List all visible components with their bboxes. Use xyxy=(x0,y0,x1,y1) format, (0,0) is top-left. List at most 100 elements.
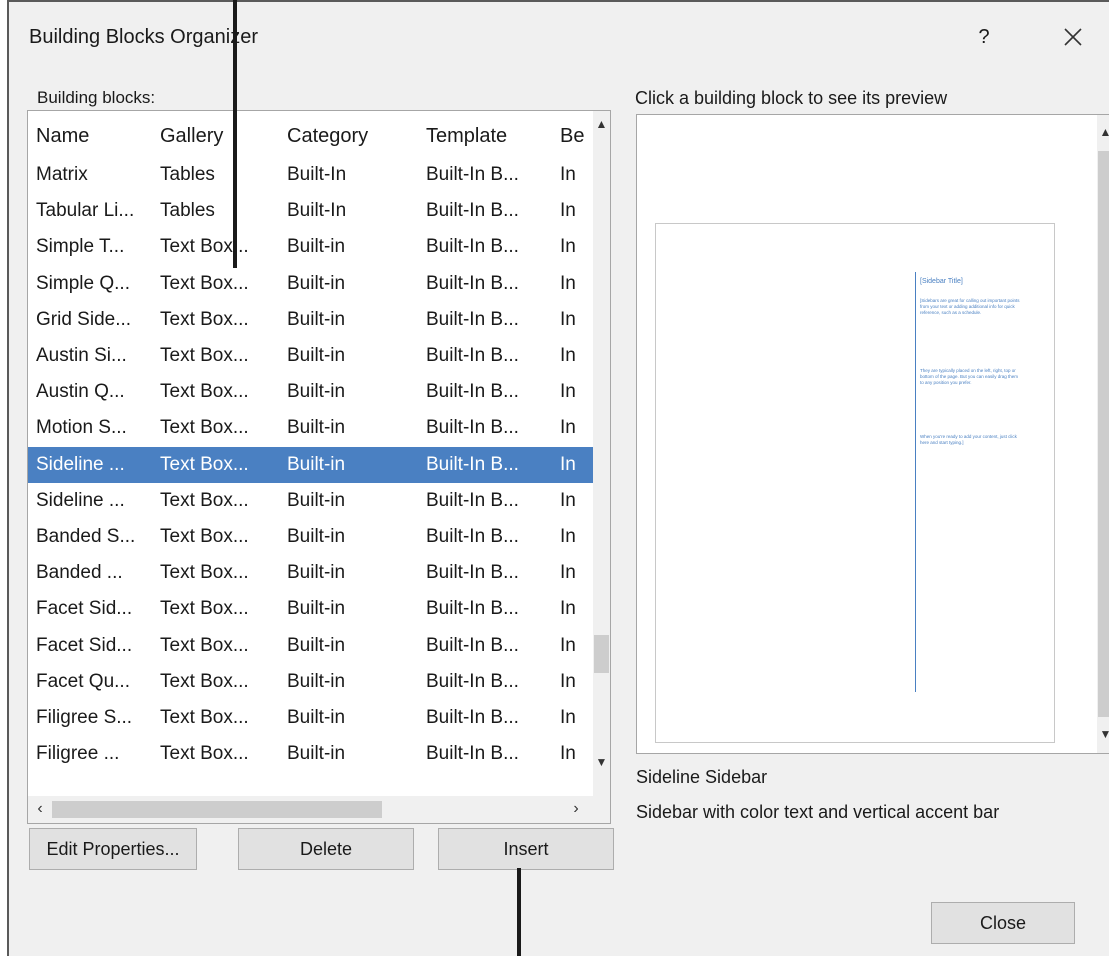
list-item[interactable]: Matrix Tables Built-In Built-In B... In xyxy=(28,157,593,193)
list-item[interactable]: Austin Si... Text Box... Built-in Built-In … xyxy=(28,338,593,374)
cell-name: Banded S... xyxy=(36,526,136,547)
cell-gallery: Text Box... xyxy=(160,381,249,403)
list-item[interactable]: Grid Side... Text Box... Built-in Built-In … xyxy=(28,302,593,338)
cell-name: Facet Sid... xyxy=(36,634,133,656)
preview-scroll-down-icon[interactable]: ▼ xyxy=(1097,727,1109,747)
cell-template: Built-In B... xyxy=(426,345,519,366)
cell-category: Built-in xyxy=(287,526,346,547)
cell-category: Built-in xyxy=(287,670,346,692)
cell-gallery: Tables xyxy=(160,200,215,222)
list-item[interactable]: Facet Sid... Text Box... Built-in Built-In … xyxy=(28,591,593,627)
cell-behavior: In xyxy=(560,598,576,620)
list-item[interactable]: Filigree ... Text Box... Built-in Built-In … xyxy=(28,736,593,772)
list-item[interactable]: Filigree S... Text Box... Built-in Built-In… xyxy=(28,700,593,736)
title-bar: Building Blocks Organizer ? xyxy=(9,2,1109,74)
scroll-up-icon[interactable]: ▲ xyxy=(593,117,610,137)
list-item[interactable]: Banded ... Text Box... Built-in Built-In B.… xyxy=(28,555,593,591)
list-hscroll-thumb[interactable] xyxy=(52,801,382,818)
cell-template: Built-In B... xyxy=(426,381,519,403)
cell-template: Built-In B... xyxy=(426,308,519,330)
cell-name: Sideline ... xyxy=(36,453,125,475)
cell-behavior: In xyxy=(560,272,576,294)
cell-name: Facet Sid... xyxy=(36,598,133,620)
list-vscroll-thumb[interactable] xyxy=(594,635,609,673)
cell-category: Built-In xyxy=(287,164,347,185)
preview-scroll-up-icon[interactable]: ▲ xyxy=(1097,125,1109,145)
cell-category: Built-in xyxy=(287,743,346,765)
cell-category: Built-in xyxy=(287,634,346,656)
insert-button[interactable]: Insert xyxy=(438,828,614,870)
preview-vertical-scrollbar[interactable]: ▲ ▼ xyxy=(1097,115,1109,753)
list-item[interactable]: Sideline ... Text Box... Built-in Built-In … xyxy=(28,446,593,483)
cell-category: Built-in xyxy=(287,236,346,258)
close-icon[interactable] xyxy=(1053,20,1093,54)
building-blocks-label: Building blocks: xyxy=(37,88,156,107)
list-item[interactable]: Simple T... Text Box... Built-in Built-In B… xyxy=(28,229,593,265)
preview-vscroll-thumb[interactable] xyxy=(1098,151,1109,717)
list-item[interactable]: Sideline ... Text Box... Built-in Built-In … xyxy=(28,483,593,519)
cell-gallery: Text Box... xyxy=(160,236,249,258)
column-header-behavior[interactable]: Be xyxy=(560,117,590,155)
delete-button[interactable]: Delete xyxy=(238,828,414,870)
cell-behavior: In xyxy=(560,743,576,765)
sidebar-text-preview-3: When you're ready to add your content, j… xyxy=(920,434,1017,445)
cell-template: Built-In B... xyxy=(426,707,519,728)
column-header-name[interactable]: Name xyxy=(36,117,89,155)
list-item[interactable]: Tabular Li... Tables Built-In Built-In B...… xyxy=(28,193,593,229)
cell-behavior: In xyxy=(560,489,576,511)
cell-behavior: In xyxy=(560,453,576,475)
cell-gallery: Text Box... xyxy=(160,707,249,728)
selected-block-description: Sidebar with color text and vertical acc… xyxy=(636,802,1000,822)
cell-gallery: Text Box... xyxy=(160,272,249,294)
cell-template: Built-In B... xyxy=(426,453,519,475)
cell-name: Matrix xyxy=(36,164,88,185)
list-item[interactable]: Facet Qu... Text Box... Built-in Built-In B… xyxy=(28,664,593,700)
preview-page-thumbnail: [Sidebar Title] [Sidebars are great for … xyxy=(655,223,1055,743)
cell-gallery: Text Box... xyxy=(160,743,249,765)
list-vertical-scrollbar[interactable]: ▲ ▼ xyxy=(593,111,610,796)
list-item[interactable]: Austin Q... Text Box... Built-in Built-In B… xyxy=(28,374,593,410)
cell-name: Sideline ... xyxy=(36,489,125,511)
cell-name: Austin Q... xyxy=(36,381,125,403)
cell-category: Built-in xyxy=(287,453,346,475)
vertical-accent-bar xyxy=(915,272,916,692)
scroll-right-icon[interactable]: › xyxy=(566,799,586,819)
callout-line-bottom xyxy=(517,868,521,956)
cell-category: Built-in xyxy=(287,308,346,330)
list-header: Name Gallery Category Template Be xyxy=(28,117,593,155)
cell-behavior: In xyxy=(560,381,576,403)
column-header-template[interactable]: Template xyxy=(426,117,507,155)
help-button[interactable]: ? xyxy=(971,22,997,52)
cell-gallery: Text Box... xyxy=(160,489,249,511)
scroll-left-icon[interactable]: ‹ xyxy=(30,799,50,819)
cell-template: Built-In B... xyxy=(426,634,519,656)
list-horizontal-scrollbar[interactable]: ‹ › xyxy=(28,796,610,823)
cell-name: Facet Qu... xyxy=(36,670,130,692)
cell-gallery: Text Box... xyxy=(160,417,249,439)
list-item[interactable]: Simple Q... Text Box... Built-in Built-In B… xyxy=(28,266,593,302)
cell-category: Built-In xyxy=(287,200,347,222)
cell-category: Built-in xyxy=(287,272,346,294)
list-item[interactable]: Facet Sid... Text Box... Built-in Built-In … xyxy=(28,628,593,664)
cell-category: Built-in xyxy=(287,562,346,584)
cell-template: Built-In B... xyxy=(426,236,519,258)
cell-gallery: Text Box... xyxy=(160,453,249,475)
cell-category: Built-in xyxy=(287,381,346,403)
building-blocks-list[interactable]: Name Gallery Category Template Be Matrix… xyxy=(27,110,611,824)
edit-properties-button[interactable]: Edit Properties... xyxy=(29,828,197,870)
dialog-title: Building Blocks Organizer xyxy=(29,26,258,48)
cell-gallery: Tables xyxy=(160,164,215,185)
cell-behavior: In xyxy=(560,236,576,258)
column-header-category[interactable]: Category xyxy=(287,117,368,155)
cell-name: Simple T... xyxy=(36,236,125,258)
cell-behavior: In xyxy=(560,670,576,692)
list-item[interactable]: Motion S... Text Box... Built-in Built-In B… xyxy=(28,410,593,446)
list-item[interactable]: Banded S... Text Box... Built-in Built-In B… xyxy=(28,519,593,555)
close-button[interactable]: Close xyxy=(931,902,1075,944)
cell-behavior: In xyxy=(560,634,576,656)
cell-category: Built-in xyxy=(287,489,346,511)
cell-template: Built-In B... xyxy=(426,743,519,765)
scroll-down-icon[interactable]: ▼ xyxy=(593,755,610,775)
column-header-gallery[interactable]: Gallery xyxy=(160,117,223,155)
cell-template: Built-In B... xyxy=(426,200,519,222)
